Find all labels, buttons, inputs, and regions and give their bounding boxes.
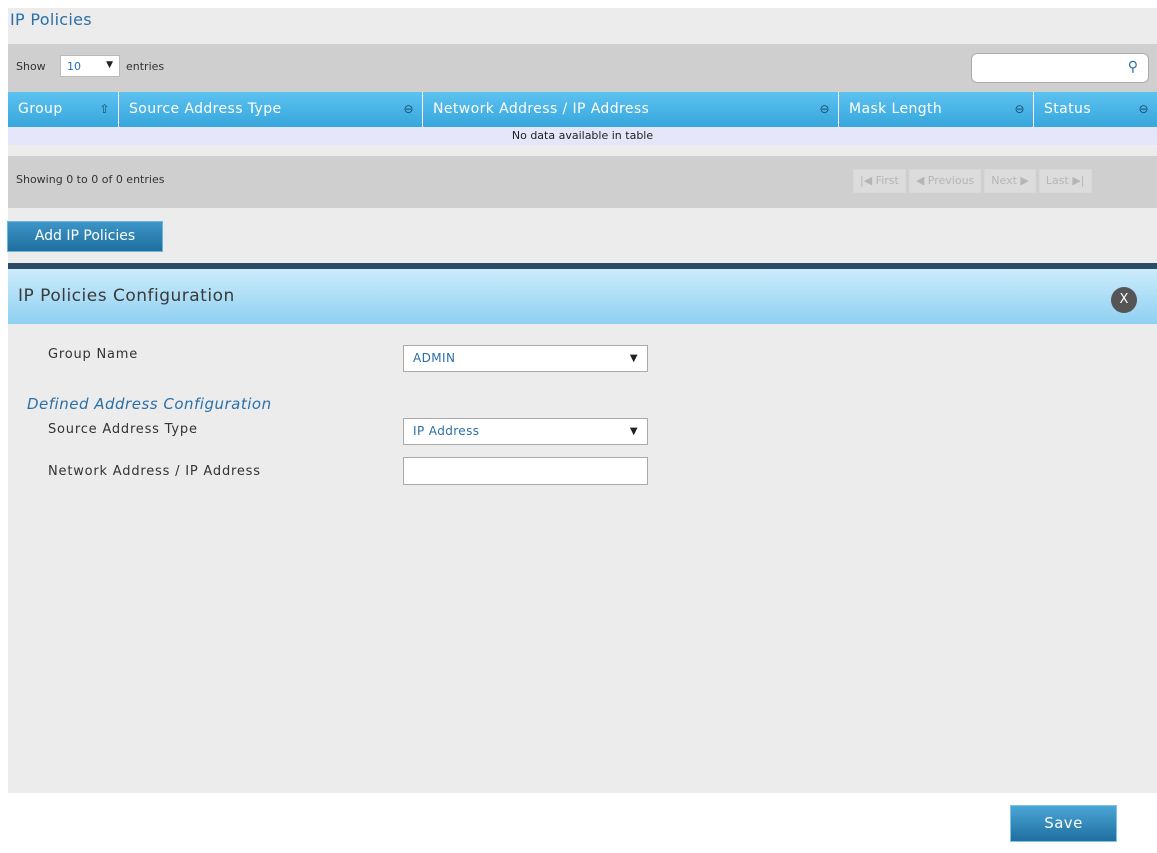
group-name-select[interactable]: ADMIN ▼ [403,345,648,372]
column-label: Status [1044,101,1092,117]
network-address-label: Network Address / IP Address [48,464,261,479]
column-label: Source Address Type [129,101,282,117]
first-label: First [875,174,899,187]
page-length-value: 10 [67,60,81,73]
column-label: Network Address / IP Address [433,101,650,117]
column-label: Mask Length [849,101,943,117]
add-ip-policies-button[interactable]: Add IP Policies [7,221,163,252]
source-address-type-label: Source Address Type [48,422,198,437]
column-header-source-address-type[interactable]: Source Address Type ⊖ [119,92,423,127]
column-header-status[interactable]: Status ⊖ [1034,92,1157,127]
save-button[interactable]: Save [1010,805,1117,842]
next-label: Next [991,174,1017,187]
search-input[interactable]: ⚲ [971,53,1149,83]
modal-title: IP Policies Configuration [18,286,235,306]
close-icon[interactable]: X [1111,287,1137,313]
last-label: Last [1045,174,1069,187]
previous-label: Previous [927,174,975,187]
source-address-type-value: IP Address [413,424,480,438]
app-root: IP Policies Show 10 ▼ entries ⚲ Group ⇧ … [0,0,1157,853]
ip-policies-config-modal: IP Policies Configuration X Group Name A… [8,269,1157,793]
sort-both-icon: ⊖ [819,102,830,116]
empty-table-message: No data available in table [8,127,1157,145]
entries-label: entries [126,60,165,73]
table-info-text: Showing 0 to 0 of 0 entries [16,173,165,186]
ip-policies-panel: IP Policies Show 10 ▼ entries ⚲ Group ⇧ … [8,8,1157,264]
dropdown-caret-icon: ▼ [629,426,638,437]
dropdown-caret-icon: ▼ [629,353,638,364]
column-header-mask-length[interactable]: Mask Length ⊖ [839,92,1034,127]
section-title: Defined Address Configuration [27,395,272,413]
next-page-button[interactable]: Next ▶ [984,169,1036,193]
group-name-label: Group Name [48,347,139,362]
column-header-group[interactable]: Group ⇧ [8,92,119,127]
sort-both-icon: ⊖ [1138,102,1149,116]
page-title: IP Policies [10,10,92,29]
table-header: Group ⇧ Source Address Type ⊖ Network Ad… [8,92,1157,127]
network-address-field[interactable] [403,457,648,485]
group-name-value: ADMIN [413,351,456,365]
show-label: Show [16,60,46,73]
search-icon: ⚲ [1127,59,1138,75]
pagination: |◀ First ◀ Previous Next ▶ Last ▶| [853,169,1092,193]
sort-both-icon: ⊖ [403,102,414,116]
source-address-type-select[interactable]: IP Address ▼ [403,418,648,445]
sort-asc-icon: ⇧ [99,102,110,116]
page-length-select[interactable]: 10 ▼ [60,55,120,77]
table-footer: Showing 0 to 0 of 0 entries |◀ First ◀ P… [8,156,1157,208]
modal-header: IP Policies Configuration X [8,269,1157,324]
first-page-button[interactable]: |◀ First [853,169,906,193]
sort-both-icon: ⊖ [1014,102,1025,116]
previous-page-button[interactable]: ◀ Previous [908,169,982,193]
column-label: Group [18,101,63,117]
column-header-network-address[interactable]: Network Address / IP Address ⊖ [423,92,839,127]
last-page-button[interactable]: Last ▶| [1038,169,1092,193]
dropdown-caret-icon: ▼ [106,60,113,70]
